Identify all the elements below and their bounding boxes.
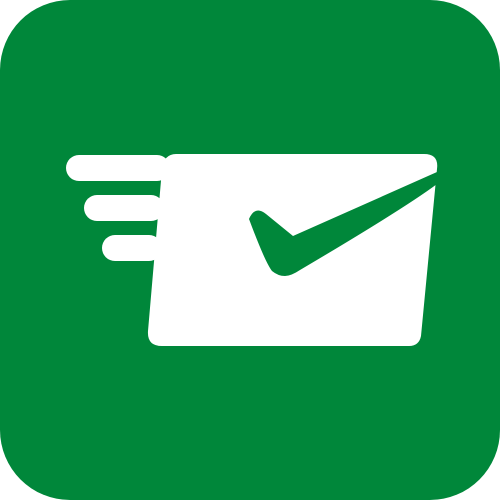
sent-mail-check-icon[interactable] <box>0 0 500 500</box>
speed-line-bottom <box>102 235 162 261</box>
speed-line-top <box>66 155 170 181</box>
app-icon-canvas <box>0 0 500 500</box>
speed-line-middle <box>84 195 164 221</box>
